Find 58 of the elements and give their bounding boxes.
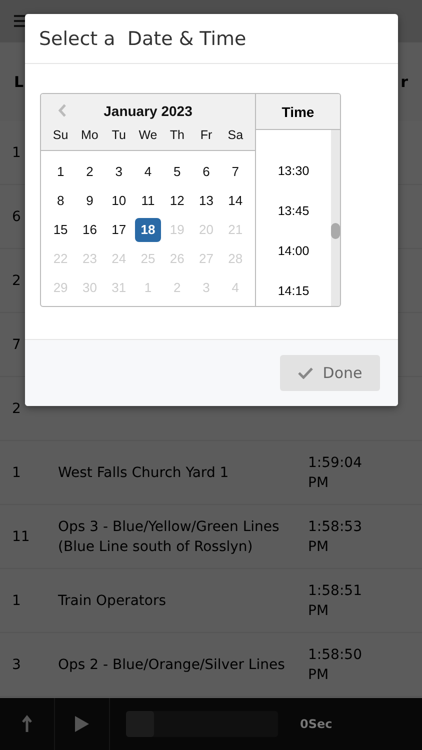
time-option[interactable]: 14:15 [278, 282, 310, 300]
calendar-day[interactable]: 2 [77, 160, 102, 184]
table-cell-text: 1:58:50 PM [308, 646, 362, 684]
calendar-day[interactable]: 13 [194, 189, 219, 213]
done-button[interactable]: Done [280, 355, 380, 391]
calendar-day[interactable]: 17 [106, 218, 132, 242]
weekday-label: Mo [80, 128, 100, 142]
scrollbar-thumb[interactable] [331, 223, 340, 239]
calendar-day[interactable]: 5 [164, 160, 190, 184]
table-cell-text: 1:59:04 PM [308, 454, 362, 492]
share-icon[interactable] [21, 715, 33, 733]
calendar-day[interactable]: 7 [222, 160, 248, 184]
time-heading: Time [256, 94, 340, 130]
column-header: L [14, 73, 24, 91]
check-icon [298, 367, 313, 379]
weekday-label: Sa [226, 128, 244, 142]
table-cell-text: 11 [11, 528, 31, 544]
calendar-day[interactable]: 14 [222, 189, 248, 213]
month-title: January 2023 [104, 103, 192, 119]
table-cell-text: Ops 2 - Blue/Orange/Silver Lines [58, 656, 286, 674]
table-cell-text: 2 [11, 400, 22, 416]
table-cell-text: 1:58:53 PM [308, 518, 362, 556]
time-option[interactable]: 13:45 [278, 202, 310, 220]
table-cell-text: 2 [11, 272, 22, 288]
calendar-day[interactable]: 11 [135, 189, 161, 213]
table-cell-text: 1:58:51 PM [308, 582, 362, 620]
calendar-day[interactable]: 16 [77, 218, 102, 242]
table-cell-text: 1 [11, 464, 22, 480]
table-cell-text: Ops 3 - Blue/Yellow/Green Lines (Blue Line south of Rosslyn) [58, 518, 280, 556]
calendar-day[interactable]: 1 [48, 160, 74, 184]
table-cell-text: West Falls Church Yard 1 [58, 464, 230, 482]
calendar-day[interactable]: 12 [164, 189, 190, 213]
table-cell-text: 3 [11, 656, 22, 672]
calendar-day[interactable]: 3 [106, 160, 132, 184]
time-option[interactable]: 14:00 [278, 242, 310, 260]
calendar-day[interactable]: 8 [48, 189, 74, 213]
time-option[interactable]: 13:30 [278, 162, 310, 180]
weekday-label: Th [168, 128, 186, 142]
dialog-title: Select a Date & Time [25, 14, 398, 64]
weekday-label: Fr [199, 128, 214, 142]
calendar-day[interactable]: 4 [135, 160, 161, 184]
table-cell-text: Train Operators [58, 592, 168, 610]
calendar-day[interactable]: 6 [194, 160, 219, 184]
calendar-day[interactable]: 18 [135, 218, 161, 242]
calendar-day[interactable]: 15 [48, 218, 74, 242]
play-icon[interactable] [75, 716, 89, 732]
weekday-label: We [138, 128, 158, 142]
weekday-label: Su [52, 128, 70, 142]
weekday-label: Tu [110, 128, 127, 142]
duration-label: 0Sec [300, 717, 332, 731]
column-header: r [400, 73, 408, 91]
table-cell-text: 6 [11, 208, 22, 224]
table-cell-text: 1 [11, 592, 22, 608]
previous-month-icon[interactable] [58, 104, 66, 117]
calendar-day[interactable]: 10 [106, 189, 132, 213]
table-cell-text: 7 [11, 336, 22, 352]
calendar-day[interactable]: 9 [77, 189, 102, 213]
table-cell-text: 1 [11, 144, 22, 160]
